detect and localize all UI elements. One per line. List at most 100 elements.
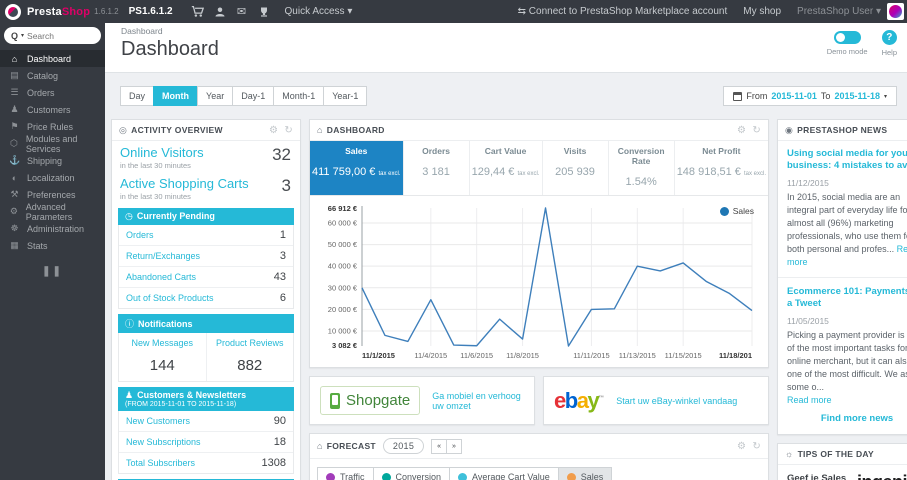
shop-name[interactable]: PS1.6.1.2 xyxy=(129,6,173,17)
new-messages-link[interactable]: New Messages xyxy=(131,338,193,348)
list-item: Total Subscribers 1308 xyxy=(126,457,286,469)
sidebar-search[interactable]: Q ▾ xyxy=(4,27,101,44)
sidebar-item-advanced-parameters[interactable]: ⚙ Advanced Parameters xyxy=(0,202,105,222)
messages-icon[interactable]: ✉ xyxy=(231,5,253,18)
marketplace-link[interactable]: ⇆ Connect to PrestaShop Marketplace acco… xyxy=(518,6,728,17)
sidebar-item-orders[interactable]: ☰ Orders xyxy=(0,84,105,101)
sidebar-item-stats[interactable]: ▦ Stats xyxy=(0,237,105,254)
kpi-tab-conversion-rate[interactable]: Conversion Rate 1.54% xyxy=(607,141,674,195)
range-day-1-button[interactable]: Day-1 xyxy=(232,86,275,106)
abandoned-carts-link[interactable]: Abandoned Carts xyxy=(126,272,196,282)
version-label: 1.6.1.2 xyxy=(94,7,119,16)
forecast-conversion-button[interactable]: Conversion xyxy=(372,467,451,480)
globe-icon: ◐ xyxy=(11,172,18,183)
kpi-tab-net-profit[interactable]: Net Profit 148 918,51 € tax excl. xyxy=(673,141,768,195)
shopgate-logo[interactable]: Shopgate xyxy=(320,386,421,415)
help-icon[interactable]: ? xyxy=(881,30,897,45)
range-year-button[interactable]: Year xyxy=(197,86,234,106)
gear-icon[interactable]: ⚙ xyxy=(269,125,278,136)
forecast-year[interactable]: 2015 xyxy=(382,438,425,454)
trophy-icon[interactable] xyxy=(253,6,275,18)
search-input[interactable] xyxy=(27,30,86,41)
ebay-link[interactable]: Start uw eBay-winkel vandaag xyxy=(616,396,737,406)
cart-icon[interactable] xyxy=(187,5,209,18)
date-range-picker[interactable]: From 2015-11-01 To 2015-11-18 ▾ xyxy=(723,86,897,106)
brand-name[interactable]: PrestaShop xyxy=(27,6,90,18)
svg-text:10 000 €: 10 000 € xyxy=(328,327,358,336)
find-more-news-link[interactable]: Find more news xyxy=(787,407,907,434)
new-subscriptions-link[interactable]: New Subscriptions xyxy=(126,437,201,447)
svg-text:11/4/2015: 11/4/2015 xyxy=(414,351,447,360)
avg-cart-dot-icon xyxy=(458,472,468,480)
refresh-icon[interactable]: ↻ xyxy=(752,441,761,452)
forecast-traffic-button[interactable]: Traffic xyxy=(317,467,374,480)
gear-icon[interactable]: ⚙ xyxy=(737,441,746,452)
sidebar-collapse-button[interactable]: ❚❚ xyxy=(0,266,105,277)
active-carts-value: 3 xyxy=(281,176,291,195)
refresh-icon[interactable]: ↻ xyxy=(284,125,293,136)
bell-icon: ⓘ xyxy=(125,319,135,329)
read-more-link[interactable]: Read more xyxy=(787,395,832,405)
forecast-prev-button[interactable]: « xyxy=(431,438,448,454)
sidebar-item-preferences[interactable]: ⚒ Preferences xyxy=(0,186,105,203)
tips-of-the-day-panel: ☼ TIPS OF THE DAY Geef je Sales in het b… xyxy=(777,442,907,480)
forecast-legend-buttons: Traffic Conversion Average Cart Value Sa… xyxy=(317,467,768,480)
quick-access-menu[interactable]: Quick Access ▾ xyxy=(285,6,353,17)
total-subscribers-link[interactable]: Total Subscribers xyxy=(126,458,195,468)
shopgate-link[interactable]: Ga mobiel en verhoog uw omzet xyxy=(432,391,524,411)
range-month-button[interactable]: Month xyxy=(153,86,199,106)
currently-pending-header: ◷ Currently Pending xyxy=(118,208,294,225)
pending-returns-link[interactable]: Return/Exchanges xyxy=(126,251,200,261)
breadcrumb[interactable]: Dashboard xyxy=(121,26,907,36)
chart-legend[interactable]: Sales xyxy=(719,206,754,216)
new-customers-link[interactable]: New Customers xyxy=(126,416,190,426)
tip-headline: Geef je Sales in het buitenland een Boos… xyxy=(787,472,847,480)
active-carts-label[interactable]: Active Shopping Carts xyxy=(120,176,292,191)
calendar-icon xyxy=(733,91,743,101)
svg-text:11/13/2015: 11/13/2015 xyxy=(619,351,656,360)
main-content: Dashboard Dashboard Demo mode ? Help Day… xyxy=(105,23,907,480)
cogs-icon: ⚙ xyxy=(9,206,18,216)
demo-mode-toggle[interactable] xyxy=(833,31,861,44)
user-menu[interactable]: PrestaShop User ▾ xyxy=(797,6,881,17)
range-month-1-button[interactable]: Month-1 xyxy=(273,86,325,106)
search-icon: Q xyxy=(11,30,19,41)
sidebar-item-catalog[interactable]: ▤ Catalog xyxy=(0,67,105,84)
news-article-title[interactable]: Using social media for your business: 4 … xyxy=(787,148,907,173)
kpi-tab-visits[interactable]: Visits 205 939 xyxy=(541,141,608,195)
product-reviews-link[interactable]: Product Reviews xyxy=(216,338,284,348)
search-scope-caret-icon[interactable]: ▾ xyxy=(21,32,24,39)
sidebar-item-price-rules[interactable]: ⚑ Price Rules xyxy=(0,118,105,135)
forecast-next-button[interactable]: » xyxy=(446,438,462,454)
range-year-1-button[interactable]: Year-1 xyxy=(323,86,368,106)
user-icon[interactable] xyxy=(209,6,231,18)
range-day-button[interactable]: Day xyxy=(120,86,155,106)
sidebar-item-localization[interactable]: ◐ Localization xyxy=(0,169,105,186)
page-header: Dashboard Dashboard Demo mode ? Help xyxy=(105,23,907,73)
sidebar-item-shipping[interactable]: ⚓ Shipping xyxy=(0,152,105,169)
ebay-logo[interactable]: ebay™ xyxy=(554,388,604,414)
sidebar-item-administration[interactable]: ☸ Administration xyxy=(0,220,105,237)
svg-text:20 000 €: 20 000 € xyxy=(328,305,358,314)
sidebar-item-dashboard[interactable]: ⌂ Dashboard xyxy=(0,50,105,67)
store-icon: ⌂ xyxy=(317,441,323,451)
gear-icon[interactable]: ⚙ xyxy=(737,125,746,136)
sidebar-item-modules[interactable]: ⬡ Modules and Services xyxy=(0,134,105,154)
news-article-title[interactable]: Ecommerce 101: Payments in a Tweet xyxy=(787,286,907,311)
news-article-date: 11/05/2015 xyxy=(787,315,829,326)
kpi-tab-sales[interactable]: Sales 411 759,00 € tax excl. xyxy=(310,141,403,195)
user-avatar[interactable] xyxy=(887,3,904,20)
forecast-sales-button[interactable]: Sales xyxy=(557,467,613,480)
refresh-icon[interactable]: ↻ xyxy=(752,125,761,136)
prestashop-logo[interactable] xyxy=(5,3,21,20)
ingenico-logo[interactable]: ingenico Payment services xyxy=(857,473,907,480)
forecast-avg-cart-button[interactable]: Average Cart Value xyxy=(449,467,559,480)
online-visitors-label[interactable]: Online Visitors xyxy=(120,145,292,160)
pending-orders-link[interactable]: Orders xyxy=(126,230,154,240)
list-icon: ☰ xyxy=(10,87,19,97)
kpi-tab-orders[interactable]: Orders 3 181 xyxy=(402,141,469,195)
out-of-stock-link[interactable]: Out of Stock Products xyxy=(126,293,214,303)
my-shop-link[interactable]: My shop xyxy=(743,6,781,17)
kpi-tab-cart-value[interactable]: Cart Value 129,44 € tax excl. xyxy=(468,141,542,195)
sidebar-item-customers[interactable]: ♟ Customers xyxy=(0,101,105,118)
